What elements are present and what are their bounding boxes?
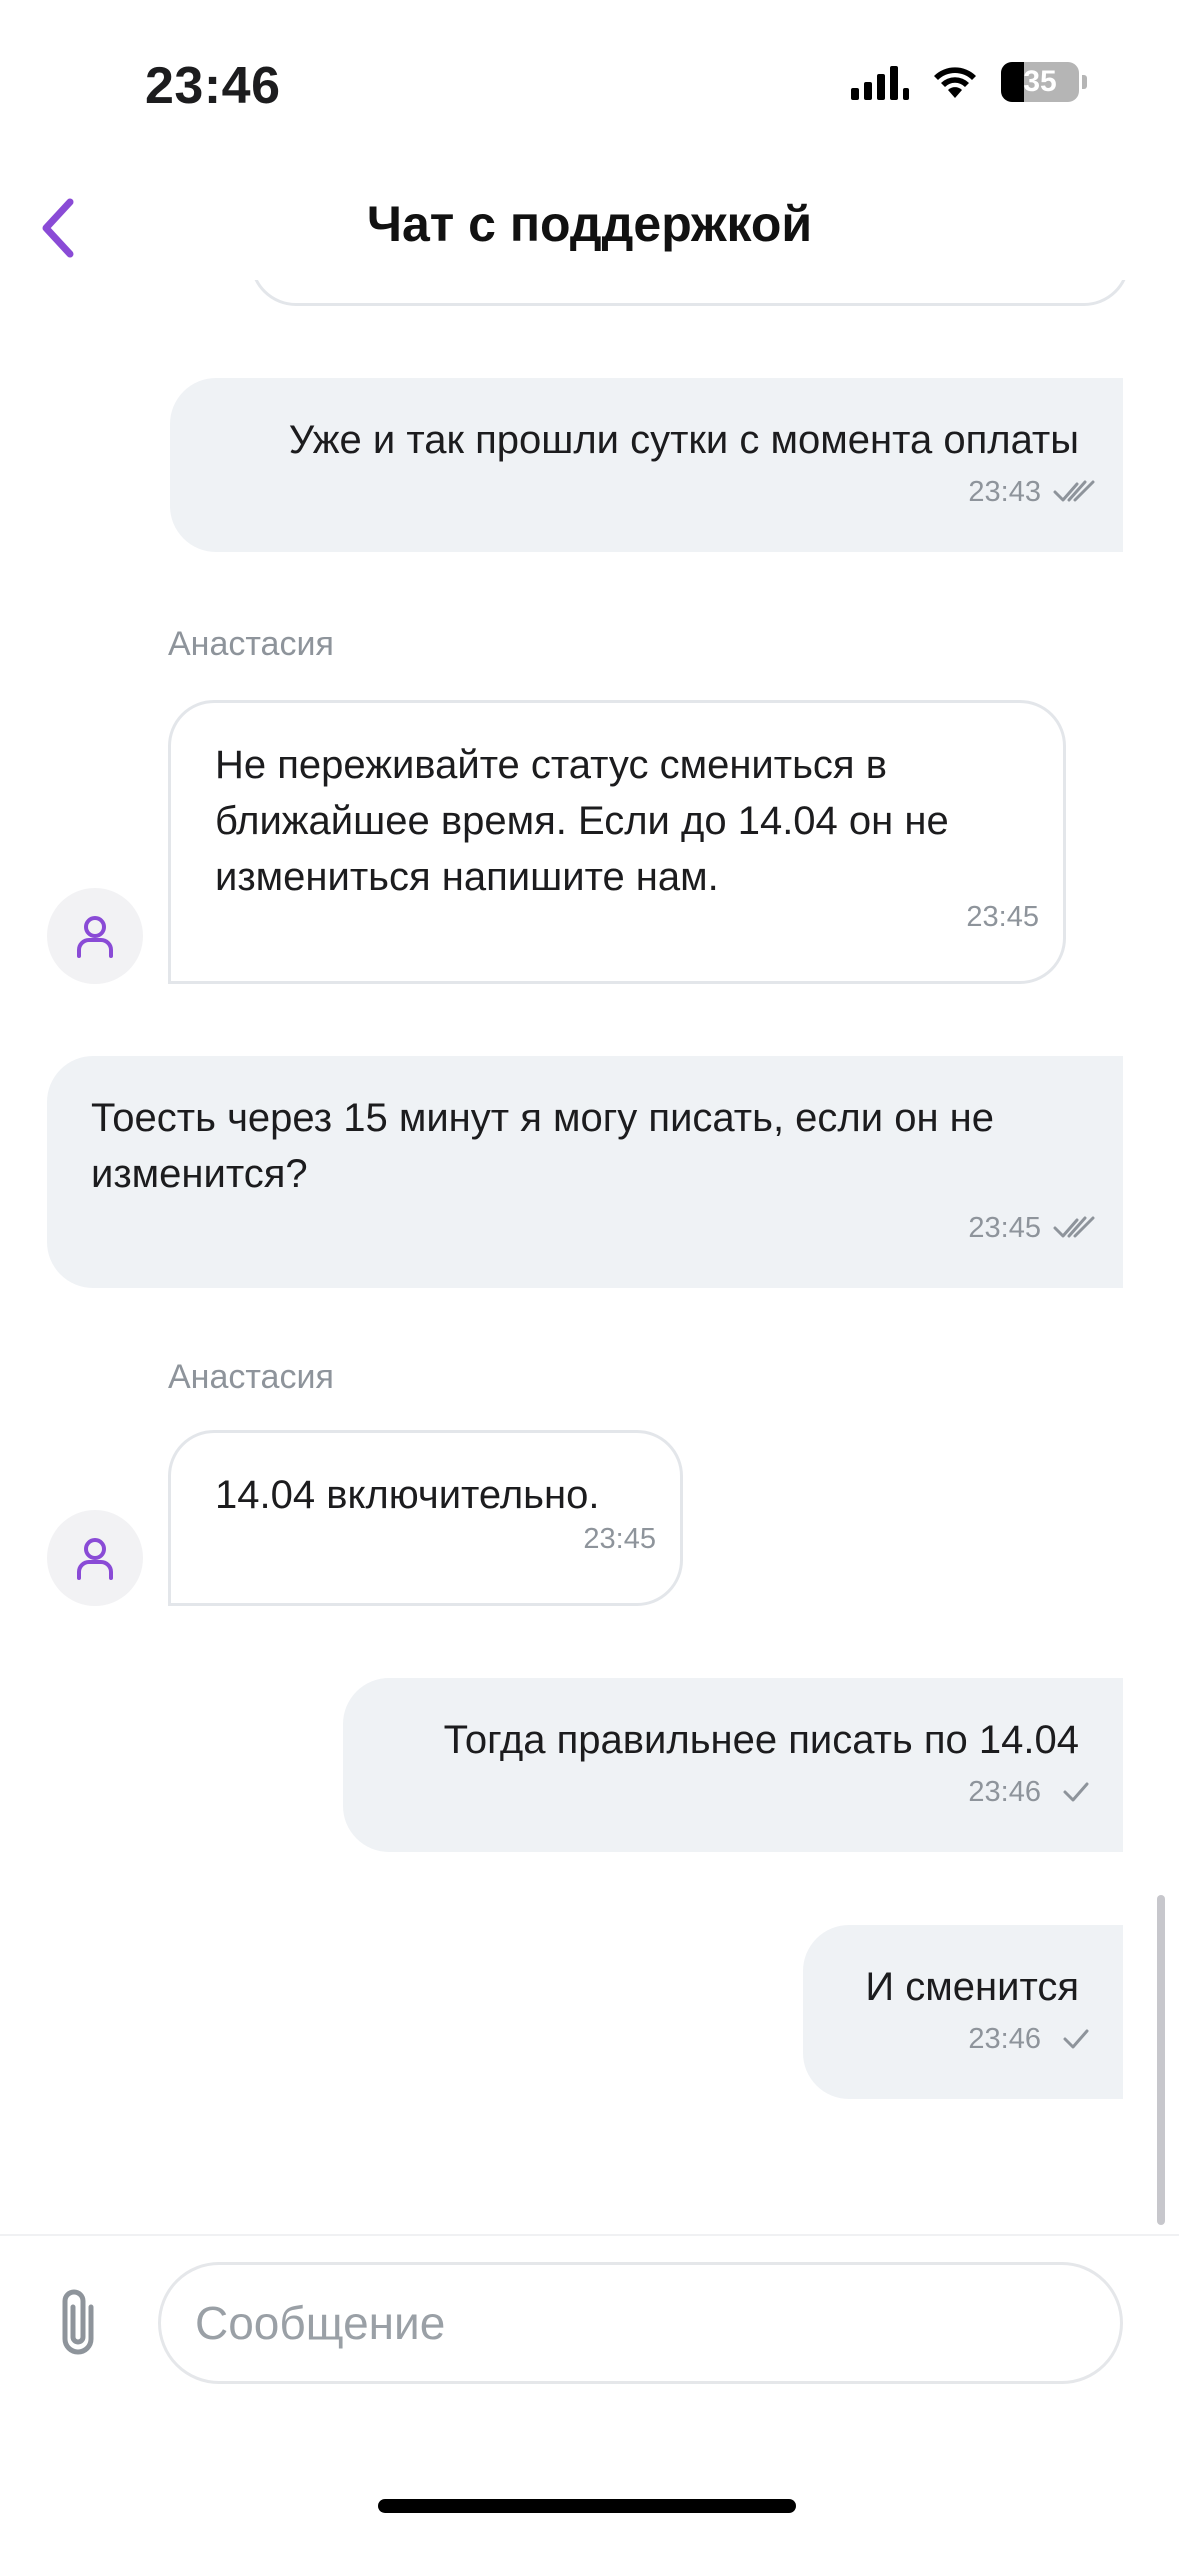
user-icon xyxy=(77,916,113,958)
status-icons: 35 xyxy=(851,62,1087,102)
sender-name: Анастасия xyxy=(168,1358,334,1396)
previous-message-bubble xyxy=(250,280,1130,306)
page-title: Чат с поддержкой xyxy=(366,196,813,252)
message-time: 23:43 xyxy=(968,476,1041,508)
message-text: Тоесть через 15 минут я могу писать, есл… xyxy=(91,1096,995,1196)
message-meta: 23:43 xyxy=(968,464,1095,520)
message-bubble-outgoing[interactable]: Уже и так прошли сутки с момента оплаты … xyxy=(170,378,1123,552)
message-text: И сменится xyxy=(865,1965,1079,2009)
wifi-icon xyxy=(934,67,976,98)
composer-divider xyxy=(0,2234,1179,2236)
message-time: 23:46 xyxy=(968,2023,1041,2055)
message-time: 23:45 xyxy=(583,1523,656,1555)
chat-scrollbar[interactable] xyxy=(1157,1895,1165,2225)
message-text: 14.04 включительно. xyxy=(215,1473,600,1517)
message-bubble-outgoing[interactable]: И сменится 23:46 xyxy=(803,1925,1123,2099)
status-time: 23:46 xyxy=(145,57,281,115)
check-icon xyxy=(1063,2029,1089,2049)
message-bubble-incoming[interactable]: 14.04 включительно. 23:45 xyxy=(168,1430,683,1606)
message-meta: 23:45 xyxy=(966,889,1039,945)
chat-messages[interactable]: Уже и так прошли сутки с момента оплаты … xyxy=(0,280,1179,2235)
message-time: 23:45 xyxy=(968,1212,1041,1244)
message-meta: 23:45 xyxy=(968,1200,1095,1256)
double-check-icon xyxy=(1053,480,1095,502)
message-text: Не переживайте статус смениться в ближай… xyxy=(215,743,949,899)
battery-icon: 35 xyxy=(1001,62,1087,102)
message-input[interactable] xyxy=(158,2262,1123,2384)
attach-button[interactable] xyxy=(42,2278,114,2368)
message-time: 23:45 xyxy=(966,901,1039,933)
user-icon xyxy=(77,1538,113,1580)
sender-name: Анастасия xyxy=(168,625,334,663)
avatar[interactable] xyxy=(47,888,143,984)
message-meta: 23:46 xyxy=(968,1764,1095,1820)
cellular-signal-icon xyxy=(851,64,909,100)
home-indicator[interactable] xyxy=(378,2499,796,2513)
message-bubble-incoming[interactable]: Не переживайте статус смениться в ближай… xyxy=(168,700,1066,984)
battery-level: 35 xyxy=(1023,65,1057,98)
chat-header: Чат с поддержкой xyxy=(0,170,1179,280)
message-bubble-outgoing[interactable]: Тогда правильнее писать по 14.04 23:46 xyxy=(343,1678,1123,1852)
double-check-icon xyxy=(1053,1216,1095,1238)
message-meta: 23:45 xyxy=(583,1511,656,1567)
message-text: Уже и так прошли сутки с момента оплаты xyxy=(288,418,1079,462)
paperclip-icon xyxy=(62,2289,94,2355)
message-text: Тогда правильнее писать по 14.04 xyxy=(443,1718,1079,1762)
message-meta: 23:46 xyxy=(968,2011,1095,2067)
message-bubble-outgoing[interactable]: Тоесть через 15 минут я могу писать, есл… xyxy=(47,1056,1123,1288)
avatar[interactable] xyxy=(47,1510,143,1606)
check-icon xyxy=(1063,1782,1089,1802)
message-time: 23:46 xyxy=(968,1776,1041,1808)
